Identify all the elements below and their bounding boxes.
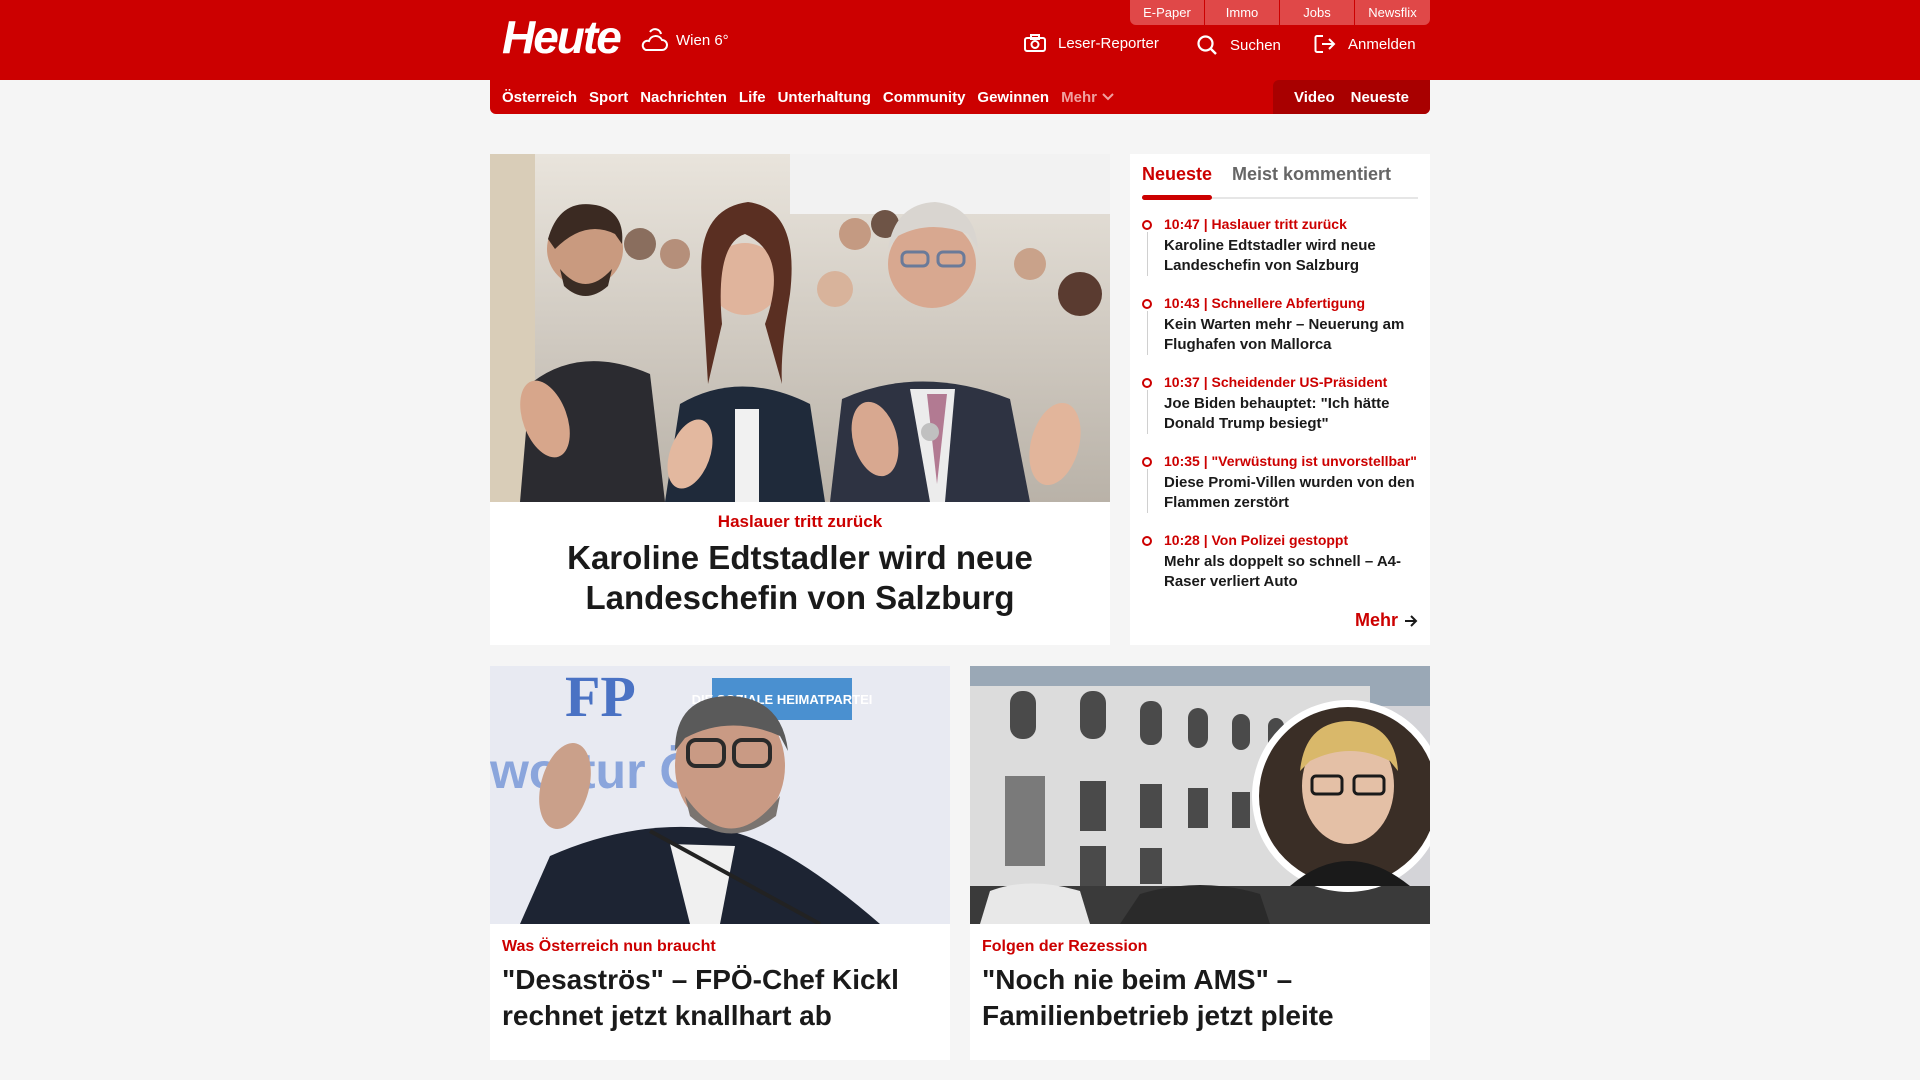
immo-link[interactable]: Immo	[1205, 0, 1280, 25]
news-tabs: Neueste Meist kommentiert	[1142, 154, 1418, 200]
story-kicker: Folgen der Rezession	[982, 938, 1148, 955]
search-label: Suchen	[1230, 36, 1281, 54]
nav-oesterreich[interactable]: Österreich	[502, 89, 577, 106]
nav-items: Österreich Sport Nachrichten Life Unterh…	[502, 80, 1115, 114]
hero-photo	[490, 154, 1110, 502]
site-logo[interactable]: Heute	[502, 12, 622, 62]
timeline-dot	[1142, 299, 1152, 309]
news-headline[interactable]: Kein Warten mehr – Neuerung am Flughafen…	[1164, 315, 1422, 355]
tab-meist-kommentiert[interactable]: Meist kommentiert	[1232, 164, 1391, 185]
brand-links: E-Paper Immo Jobs Newsflix	[1130, 0, 1430, 25]
story-card[interactable]: Folgen der Rezession "Noch nie beim AMS"…	[970, 666, 1430, 1060]
news-time-topic: 10:35 | "Verwüstung ist unvorstellbar"	[1164, 453, 1417, 469]
nav-video[interactable]: Video	[1294, 89, 1335, 106]
timeline-line	[1147, 390, 1148, 434]
news-headline[interactable]: Karoline Edtstadler wird neue Landeschef…	[1164, 236, 1422, 276]
news-time-topic: 10:47 | Haslauer tritt zurück	[1164, 216, 1347, 232]
story-card[interactable]: FP DIE SOZIALE HEIMATPARTEI wortur Öste …	[490, 666, 950, 1060]
leser-reporter-button[interactable]: Leser-Reporter	[1024, 34, 1159, 52]
search-icon	[1197, 35, 1217, 55]
nav-unterhaltung[interactable]: Unterhaltung	[778, 89, 871, 106]
login-icon	[1314, 35, 1336, 53]
story-photo: FP DIE SOZIALE HEIMATPARTEI wortur Öste	[490, 666, 950, 924]
story-kicker: Was Österreich nun braucht	[502, 938, 716, 955]
hero-image	[490, 154, 1110, 502]
story-image: FP DIE SOZIALE HEIMATPARTEI wortur Öste	[490, 666, 950, 924]
nav-more-dropdown[interactable]: Mehr	[1061, 89, 1115, 106]
nav-sport[interactable]: Sport	[589, 89, 628, 106]
image-logo-text: FP	[565, 666, 636, 729]
main-nav: Österreich Sport Nachrichten Life Unterh…	[490, 80, 1430, 114]
site-header: E-Paper Immo Jobs Newsflix Heute Wien 6°…	[0, 0, 1920, 80]
chevron-down-icon	[1102, 93, 1114, 101]
timeline-line	[1147, 311, 1148, 355]
timeline-dot	[1142, 220, 1152, 230]
story-headline[interactable]: "Noch nie beim AMS" – Familienbetrieb je…	[982, 962, 1418, 1034]
more-news-link[interactable]: Mehr	[1355, 610, 1418, 631]
nav-more-label: Mehr	[1061, 88, 1097, 106]
timeline-dot	[1142, 378, 1152, 388]
tab-neueste[interactable]: Neueste	[1142, 164, 1213, 200]
more-label: Mehr	[1354, 610, 1398, 630]
timeline-line	[1147, 232, 1148, 276]
search-button[interactable]: Suchen	[1196, 34, 1281, 56]
hero-headline[interactable]: Karoline Edtstadler wird neue Landeschef…	[490, 538, 1110, 618]
story-photo	[970, 666, 1430, 924]
newsflix-link[interactable]: Newsflix	[1355, 0, 1430, 25]
news-headline[interactable]: Diese Promi-Villen wurden von den Flamme…	[1164, 473, 1422, 513]
camera-icon	[1024, 34, 1046, 52]
arrow-right-icon	[1405, 614, 1418, 627]
jobs-link[interactable]: Jobs	[1280, 0, 1355, 25]
latest-news-panel: Neueste Meist kommentiert 10:47 | Haslau…	[1130, 154, 1430, 645]
weather-label: Wien 6°	[676, 31, 729, 49]
news-headline[interactable]: Mehr als doppelt so schnell – A4-Raser v…	[1164, 552, 1422, 592]
epaper-link[interactable]: E-Paper	[1130, 0, 1205, 25]
hero-story[interactable]: Haslauer tritt zurück Karoline Edtstadle…	[490, 154, 1110, 645]
news-time-topic: 10:43 | Schnellere Abfertigung	[1164, 295, 1366, 311]
login-button[interactable]: Anmelden	[1314, 34, 1416, 54]
login-label: Anmelden	[1348, 35, 1416, 53]
leser-reporter-label: Leser-Reporter	[1058, 34, 1159, 52]
nav-life[interactable]: Life	[739, 89, 766, 106]
story-headline[interactable]: "Desaströs" – FPÖ-Chef Kickl rechnet jet…	[502, 962, 938, 1034]
story-image	[970, 666, 1430, 924]
nav-nachrichten[interactable]: Nachrichten	[640, 89, 727, 106]
news-time-topic: 10:37 | Scheidender US-Präsident	[1164, 374, 1388, 390]
weather-widget[interactable]: Wien 6°	[638, 26, 729, 54]
news-time-topic: 10:28 | Von Polizei gestoppt	[1164, 532, 1349, 548]
nav-gewinnen[interactable]: Gewinnen	[977, 89, 1049, 106]
nav-community[interactable]: Community	[883, 89, 966, 106]
nav-right-group: Video Neueste	[1273, 80, 1430, 114]
hero-kicker: Haslauer tritt zurück	[717, 512, 883, 531]
timeline-dot	[1142, 536, 1152, 546]
cloud-sun-icon	[641, 28, 668, 51]
nav-neueste[interactable]: Neueste	[1351, 89, 1409, 106]
timeline-dot	[1142, 457, 1152, 467]
news-headline[interactable]: Joe Biden behauptet: "Ich hätte Donald T…	[1164, 394, 1422, 434]
timeline-line	[1147, 469, 1148, 513]
hero-text: Haslauer tritt zurück Karoline Edtstadle…	[490, 502, 1110, 618]
